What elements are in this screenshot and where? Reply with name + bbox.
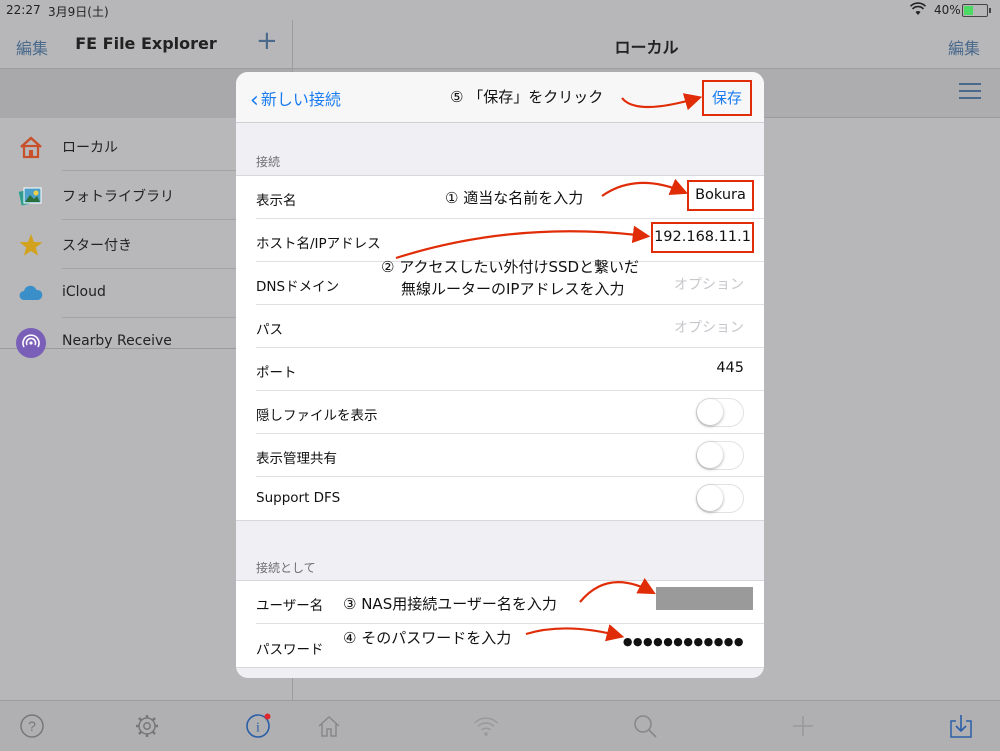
section-header-connection: 接続 <box>256 155 281 169</box>
dns-field[interactable]: オプション <box>674 274 744 294</box>
annotation-step2-line2: 無線ルーターのIPアドレスを入力 <box>401 280 625 298</box>
port-label: ポート <box>256 365 297 381</box>
save-button[interactable]: 保存 <box>702 80 752 116</box>
annotation-step2-line1: ② アクセスしたい外付けSSDと繋いだ <box>381 258 640 276</box>
display-name-field[interactable]: Bokura <box>687 180 754 211</box>
info-icon[interactable]: i <box>245 713 271 739</box>
house-icon <box>20 136 42 159</box>
sidebar-item-label: フォトライブラリ <box>62 189 174 205</box>
svg-text:?: ? <box>28 718 36 734</box>
annotation-step1: ① 適当な名前を入力 <box>445 189 584 207</box>
hidden-files-label: 隠しファイルを表示 <box>256 408 378 424</box>
status-time: 22:27 <box>6 3 41 17</box>
sidebar-item-label: iCloud <box>62 284 106 300</box>
username-label: ユーザー名 <box>256 598 324 614</box>
admin-share-toggle[interactable] <box>696 441 744 470</box>
status-bar: 22:27 3月9日(土) 40% <box>0 0 1000 20</box>
path-field[interactable]: オプション <box>674 317 744 337</box>
search-icon[interactable] <box>632 713 658 739</box>
password-field[interactable]: ●●●●●●●●●●●● <box>623 635 744 648</box>
hidden-files-row: 隠しファイルを表示 <box>236 391 764 434</box>
username-field-redacted[interactable] <box>656 587 753 610</box>
sidebar-nav-bar: 編集 FE File Explorer + <box>0 20 292 68</box>
section-header-connect-as: 接続として <box>256 561 316 575</box>
new-connection-dialog: ‹ 新しい接続 保存 ⑤ 「保存」をクリック 接続 表示名 ホスト名/IPアドレス… <box>236 72 764 678</box>
main-title: ローカル <box>614 38 679 57</box>
dns-label: DNSドメイン <box>256 279 340 295</box>
dfs-label: Support DFS <box>256 490 341 506</box>
download-icon[interactable] <box>948 713 974 739</box>
display-name-label: 表示名 <box>256 193 297 209</box>
admin-share-label: 表示管理共有 <box>256 451 337 467</box>
sidebar-item-label: スター付き <box>62 238 132 254</box>
photos-icon <box>18 187 42 206</box>
back-label: 新しい接続 <box>260 90 341 109</box>
dfs-row: Support DFS <box>236 477 764 520</box>
annotation-step4: ④ そのパスワードを入力 <box>343 629 512 647</box>
list-menu-icon[interactable] <box>959 83 981 101</box>
cloud-icon <box>19 285 43 300</box>
wifi-status-icon <box>910 2 926 15</box>
path-row[interactable]: パス オプション <box>236 305 764 348</box>
annotation-step3: ③ NAS用接続ユーザー名を入力 <box>343 595 557 613</box>
password-label: パスワード <box>256 642 324 658</box>
svg-text:i: i <box>256 721 260 736</box>
host-label: ホスト名/IPアドレス <box>256 236 381 252</box>
sidebar-item-label: ローカル <box>62 140 118 156</box>
help-icon[interactable]: ? <box>19 713 45 739</box>
sidebar-item-label: Nearby Receive <box>62 333 172 349</box>
back-button[interactable]: ‹ 新しい接続 <box>250 86 341 113</box>
port-field[interactable]: 445 <box>716 360 744 376</box>
host-field[interactable]: 192.168.11.1 <box>651 222 754 253</box>
status-date: 3月9日(土) <box>48 5 109 19</box>
chevron-left-icon: ‹ <box>250 88 259 113</box>
dfs-toggle[interactable] <box>696 484 744 513</box>
path-label: パス <box>256 322 283 338</box>
admin-share-row: 表示管理共有 <box>236 434 764 477</box>
add-icon[interactable] <box>790 713 816 739</box>
home-icon[interactable] <box>316 713 342 739</box>
wifi-icon[interactable] <box>473 713 499 739</box>
settings-icon[interactable] <box>134 713 160 739</box>
airdrop-icon <box>16 328 46 358</box>
main-edit-button[interactable]: 編集 <box>948 35 980 59</box>
add-connection-button[interactable]: + <box>256 28 278 54</box>
annotation-step5: ⑤ 「保存」をクリック <box>450 88 604 106</box>
hidden-files-toggle[interactable] <box>696 398 744 427</box>
app-title: FE File Explorer <box>75 34 217 53</box>
port-row[interactable]: ポート 445 <box>236 348 764 391</box>
tab-bar: ? i <box>0 700 1000 751</box>
star-icon <box>19 234 43 256</box>
battery-icon <box>962 4 991 17</box>
battery-percentage: 40% <box>934 3 961 17</box>
